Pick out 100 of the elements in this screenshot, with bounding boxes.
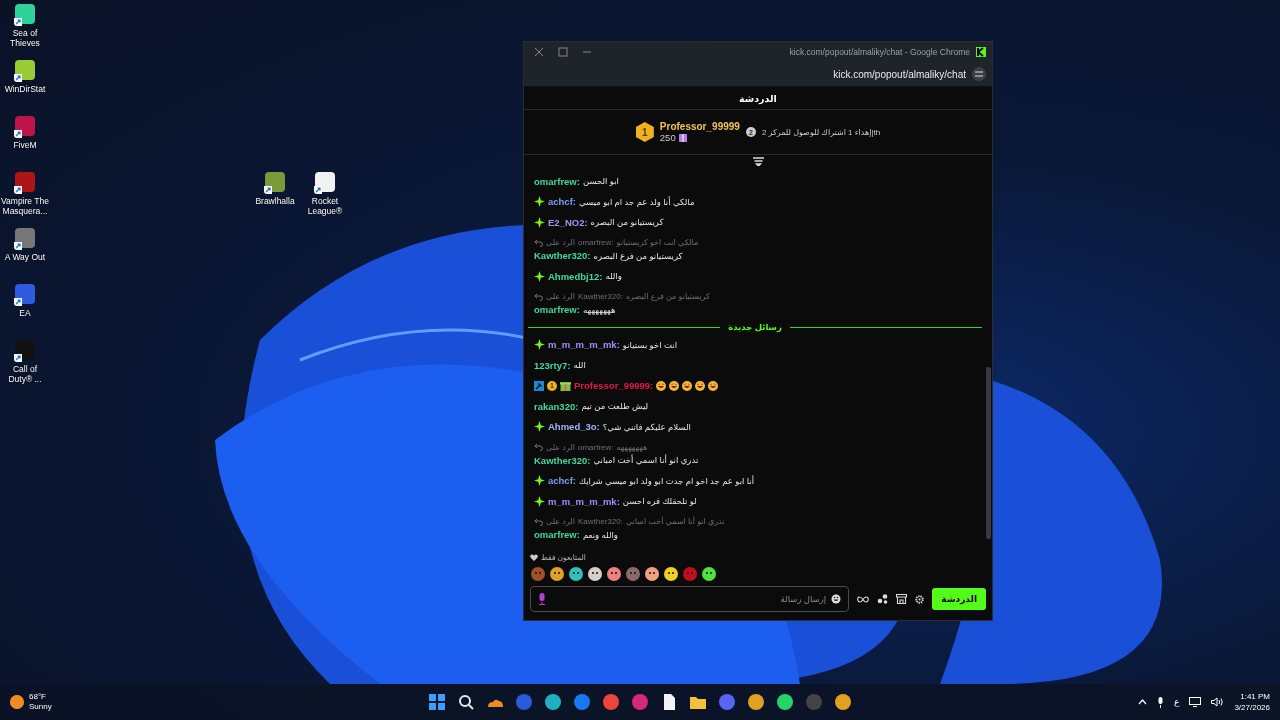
message-text: كريستيانو من البصره xyxy=(590,217,664,228)
laughing-emoji-icon xyxy=(695,380,706,391)
chat-username[interactable]: m_m_m_m_mk: xyxy=(548,495,620,507)
clock-time[interactable]: 1:41 PM xyxy=(1240,691,1270,702)
rank-badge: 1 xyxy=(635,122,654,142)
laughing-emoji-icon xyxy=(656,380,667,391)
emote-icon[interactable] xyxy=(606,566,622,582)
taskbar-app-icon[interactable] xyxy=(746,692,766,712)
chat-username[interactable]: Ahmedbj12: xyxy=(548,270,603,282)
chat-username[interactable]: Ahmed_3o: xyxy=(548,421,600,433)
app-shortcut-icon[interactable] xyxy=(14,340,36,362)
chat-title: الدردشة xyxy=(739,92,777,104)
shortcut-label[interactable]: Rocket League® xyxy=(300,196,350,216)
emote-icon[interactable] xyxy=(663,566,679,582)
app-shortcut-icon[interactable] xyxy=(14,172,36,194)
laughing-emoji-icon xyxy=(669,380,680,391)
settings-icon[interactable] xyxy=(915,594,925,604)
reply-quote: مالكي انت اخو كريستيانو xyxy=(616,238,699,247)
chat-send-button[interactable]: الدردشة xyxy=(932,588,986,610)
shortcut-label[interactable]: FiveM xyxy=(13,140,37,150)
app-shortcut-icon[interactable] xyxy=(14,284,36,306)
microphone-icon[interactable] xyxy=(1157,696,1165,708)
volume-icon[interactable] xyxy=(1211,697,1225,707)
gift-count: 250 xyxy=(659,132,676,143)
reply-username: omarfrew: xyxy=(577,238,614,247)
clock-date[interactable]: 3/27/2026 xyxy=(1234,702,1270,713)
chat-username[interactable]: E2_NO2: xyxy=(548,216,588,228)
shortcut-label[interactable]: Call of Duty® ... xyxy=(0,364,50,384)
emoji-icon[interactable] xyxy=(831,594,842,604)
chat-username[interactable]: omarfrew: xyxy=(534,529,580,541)
shortcut-label[interactable]: WinDirStat xyxy=(4,84,46,94)
app-shortcut-icon[interactable] xyxy=(14,228,36,250)
collapse-icon[interactable] xyxy=(752,156,764,166)
star-badge-icon xyxy=(534,216,545,228)
scrollbar-thumb[interactable] xyxy=(986,367,991,539)
keyboard-language[interactable]: ع xyxy=(1174,697,1180,707)
message-text: كريستيانو من فرع البصره xyxy=(593,250,683,261)
gift-badge-icon xyxy=(560,380,571,392)
reply-arrow-icon xyxy=(534,443,543,451)
shortcut-label[interactable]: Sea of Thieves xyxy=(0,28,50,48)
emote-icon[interactable] xyxy=(701,566,717,582)
app-shortcut-icon[interactable] xyxy=(264,172,286,194)
taskbar-app-icon[interactable] xyxy=(427,692,447,712)
app-shortcut-icon[interactable] xyxy=(314,172,336,194)
chat-username[interactable]: omarfrew: xyxy=(534,175,580,187)
reply-quote: تدري انو أنا اسمي أخت امباني xyxy=(625,517,725,526)
message-text: الله xyxy=(573,360,586,371)
message-text: السلام عليكم فاتني شي؟ xyxy=(602,421,691,432)
dots-icon[interactable] xyxy=(877,594,889,604)
chat-username[interactable]: achcf: xyxy=(548,196,576,208)
laughing-emoji-icon xyxy=(682,380,693,391)
store-icon[interactable] xyxy=(896,594,908,604)
emote-icon[interactable] xyxy=(644,566,660,582)
message-input[interactable]: إرسال رسالة xyxy=(530,586,850,612)
chat-username[interactable]: Kawther320: xyxy=(534,454,591,466)
taskbar-app-icon[interactable] xyxy=(833,692,853,712)
shortcut-label[interactable]: A Way Out xyxy=(4,252,46,262)
chevron-up-icon[interactable] xyxy=(1138,699,1148,705)
weather-sun-icon[interactable] xyxy=(10,695,24,709)
heart-icon xyxy=(530,554,538,561)
app-shortcut-icon[interactable] xyxy=(14,60,36,82)
message-text: تدري انو أنا اسمي أخت امباني xyxy=(593,455,699,466)
app-shortcut-icon[interactable] xyxy=(14,4,36,26)
message-text: لو تلحقلك فره احسن xyxy=(622,496,697,507)
emote-icon[interactable] xyxy=(568,566,584,582)
message-text: ليش طلعت من تيم xyxy=(581,401,649,412)
chat-username[interactable]: omarfrew: xyxy=(534,304,580,316)
shortcut-label[interactable]: Vampire The Masquera... xyxy=(0,196,50,216)
star-badge-icon xyxy=(534,421,545,433)
chat-username[interactable]: rakan320: xyxy=(534,400,579,412)
message-text: أنا ابو عم جد اخو ام جدت ابو ولد ابو ميسي شرايك xyxy=(579,475,755,486)
emote-icon[interactable] xyxy=(587,566,603,582)
top-gifter-name[interactable]: Professor_99999 xyxy=(659,121,740,132)
infinity-icon[interactable] xyxy=(857,595,870,603)
message-text: والله ونعم xyxy=(582,529,618,540)
reply-username: Kawther320: xyxy=(577,292,623,301)
shortcut-label[interactable]: Brawlhalla xyxy=(255,196,295,206)
star-badge-icon xyxy=(534,475,545,487)
taskbar-app-icon[interactable] xyxy=(456,692,476,712)
temperature[interactable]: 68°F xyxy=(29,692,52,702)
chat-username[interactable]: achcf: xyxy=(548,475,576,487)
reply-username: Kawther320: xyxy=(577,517,623,526)
app-shortcut-icon[interactable] xyxy=(14,116,36,138)
reply-label: الرد على xyxy=(546,517,575,526)
chat-username[interactable]: Kawther320: xyxy=(534,250,591,262)
address-bar[interactable]: kick.com/popout/almaliky/chat xyxy=(833,68,966,80)
star-badge-icon xyxy=(534,495,545,507)
emote-icon[interactable] xyxy=(549,566,565,582)
chat-username[interactable]: Professor_99999: xyxy=(574,380,654,392)
reply-label: الرد على xyxy=(546,292,575,301)
chat-username[interactable]: 123rty7: xyxy=(534,359,571,371)
shortcut-label[interactable]: EA xyxy=(19,308,31,318)
weather-condition[interactable]: Sunny xyxy=(29,702,52,712)
message-text: انت اخو بستيانو xyxy=(622,339,678,350)
message-text: مالكي أنا ولد عم جد ام ابو ميسي xyxy=(579,196,695,207)
laughing-emoji-icon xyxy=(708,380,719,391)
message-text: ابو الحسن xyxy=(582,176,619,187)
chat-username[interactable]: m_m_m_m_mk: xyxy=(548,339,620,351)
taskbar-app-icon[interactable] xyxy=(543,692,563,712)
taskbar-app-icon[interactable] xyxy=(775,692,795,712)
